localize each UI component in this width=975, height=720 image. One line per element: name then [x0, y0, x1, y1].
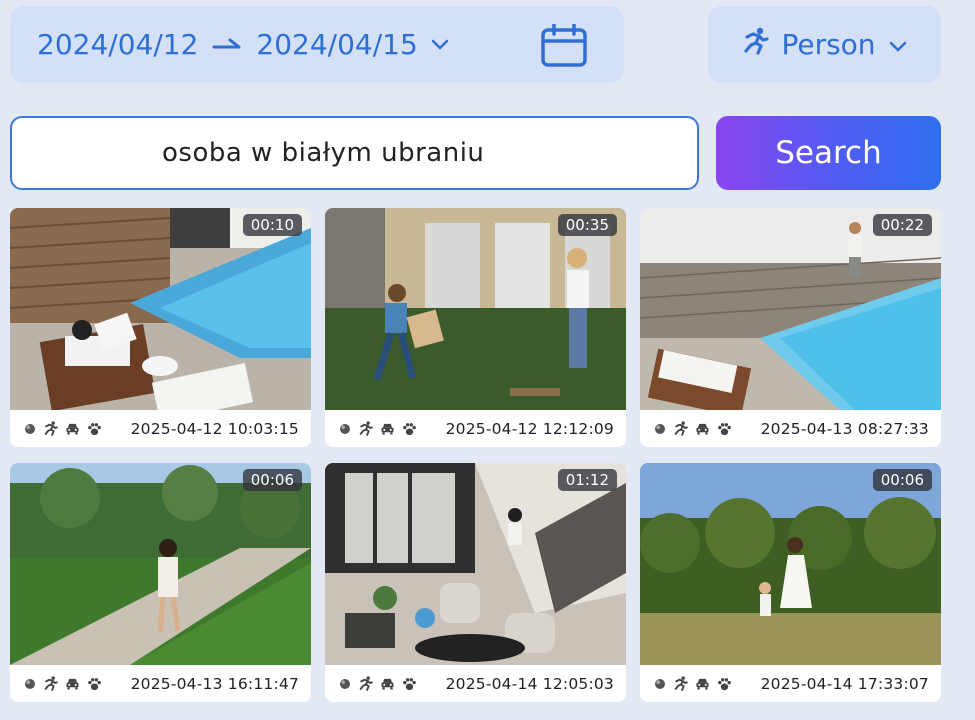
car-icon	[65, 677, 80, 690]
video-meta: 2025-04-12 12:12:09	[325, 410, 626, 447]
thumbnail-image	[325, 208, 626, 410]
video-thumbnail[interactable]: 00:06	[10, 463, 311, 665]
motion-icon	[43, 421, 58, 436]
detection-icons	[24, 676, 102, 691]
duration-badge: 00:22	[872, 214, 932, 236]
video-meta: 2025-04-14 12:05:03	[325, 665, 626, 702]
dot-icon	[654, 423, 666, 435]
dot-icon	[654, 678, 666, 690]
paw-icon	[402, 677, 417, 691]
video-timestamp: 2025-04-14 12:05:03	[445, 674, 614, 693]
video-thumbnail[interactable]: 00:22	[640, 208, 941, 410]
dot-icon	[339, 678, 351, 690]
video-timestamp: 2025-04-12 12:12:09	[445, 419, 614, 438]
dot-icon	[24, 423, 36, 435]
date-end: 2024/04/15	[256, 28, 418, 61]
video-meta: 2025-04-12 10:03:15	[10, 410, 311, 447]
video-meta: 2025-04-13 16:11:47	[10, 665, 311, 702]
thumbnail-image	[325, 463, 626, 665]
video-meta: 2025-04-13 08:27:33	[640, 410, 941, 447]
paw-icon	[402, 422, 417, 436]
video-thumbnail[interactable]: 00:10	[10, 208, 311, 410]
object-type-filter[interactable]: Person	[708, 6, 941, 83]
detection-icons	[339, 421, 417, 436]
car-icon	[695, 422, 710, 435]
chevron-down-icon	[888, 28, 908, 61]
motion-icon	[43, 676, 58, 691]
search-input[interactable]	[10, 116, 699, 190]
detection-icons	[339, 676, 417, 691]
dot-icon	[339, 423, 351, 435]
video-card[interactable]: 00:06 2025-04-13 16:11:47	[10, 463, 311, 702]
detection-icons	[654, 676, 732, 691]
paw-icon	[87, 677, 102, 691]
video-card[interactable]: 00:10 2025-04-12 10:03:15	[10, 208, 311, 447]
video-thumbnail[interactable]: 00:06	[640, 463, 941, 665]
date-start: 2024/04/12	[37, 28, 199, 61]
video-card[interactable]: 00:22 2025-04-13 08:27:33	[640, 208, 941, 447]
video-thumbnail[interactable]: 01:12	[325, 463, 626, 665]
video-thumbnail[interactable]: 00:35	[325, 208, 626, 410]
duration-badge: 01:12	[557, 469, 617, 491]
video-card[interactable]: 01:12 2025-04-14 12:05:03	[325, 463, 626, 702]
date-range-picker[interactable]: 2024/04/12 2024/04/15	[10, 6, 624, 83]
thumbnail-image	[10, 208, 311, 410]
video-card[interactable]: 00:06 2025-04-14 17:33:07	[640, 463, 941, 702]
video-meta: 2025-04-14 17:33:07	[640, 665, 941, 702]
motion-icon	[673, 421, 688, 436]
thumbnail-image	[10, 463, 311, 665]
dot-icon	[24, 678, 36, 690]
video-timestamp: 2025-04-14 17:33:07	[760, 674, 929, 693]
duration-badge: 00:10	[242, 214, 302, 236]
motion-icon	[673, 676, 688, 691]
video-timestamp: 2025-04-13 08:27:33	[760, 419, 929, 438]
car-icon	[380, 422, 395, 435]
car-icon	[380, 677, 395, 690]
thumbnail-image	[640, 208, 941, 410]
detection-icons	[654, 421, 732, 436]
duration-badge: 00:06	[872, 469, 932, 491]
calendar-icon[interactable]	[540, 23, 588, 68]
detection-icons	[24, 421, 102, 436]
thumbnail-image	[640, 463, 941, 665]
video-grid: 00:10 2025-04-12 10:03:15 00:35 2025-04-…	[10, 208, 941, 702]
object-type-label: Person	[781, 28, 876, 61]
car-icon	[65, 422, 80, 435]
motion-icon	[358, 676, 373, 691]
video-timestamp: 2025-04-13 16:11:47	[130, 674, 299, 693]
chevron-down-icon	[430, 38, 450, 52]
motion-icon	[358, 421, 373, 436]
car-icon	[695, 677, 710, 690]
video-card[interactable]: 00:35 2025-04-12 12:12:09	[325, 208, 626, 447]
video-timestamp: 2025-04-12 10:03:15	[130, 419, 299, 438]
arrow-right-icon	[212, 36, 242, 54]
paw-icon	[87, 422, 102, 436]
running-person-icon	[741, 27, 770, 62]
duration-badge: 00:35	[557, 214, 617, 236]
paw-icon	[717, 422, 732, 436]
search-button[interactable]: Search	[716, 116, 941, 190]
duration-badge: 00:06	[242, 469, 302, 491]
paw-icon	[717, 677, 732, 691]
